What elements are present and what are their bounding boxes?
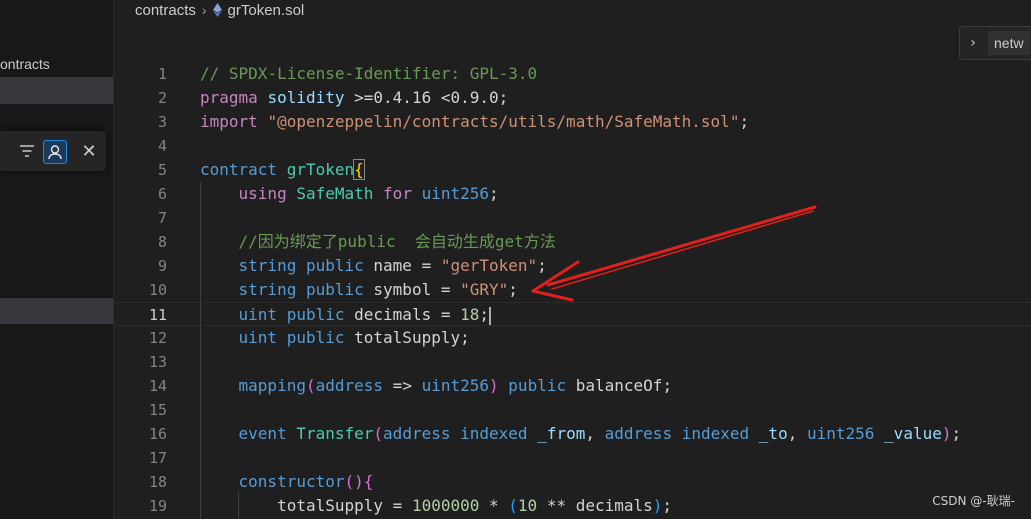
ethereum-file-icon <box>212 3 222 17</box>
code-text: pragma solidity >=0.4.16 <0.9.0; <box>200 88 509 107</box>
match-person-icon[interactable] <box>43 140 67 164</box>
code-line[interactable]: 13 <box>113 350 1031 374</box>
code-line[interactable]: 17 <box>113 446 1031 470</box>
code-line[interactable]: 7 <box>113 206 1031 230</box>
line-number: 13 <box>148 353 167 371</box>
filter-icon[interactable] <box>16 140 38 162</box>
code-text: event Transfer(address indexed _from, ad… <box>238 424 962 443</box>
line-number: 1 <box>157 65 167 83</box>
breadcrumb-folder[interactable]: contracts <box>135 2 196 19</box>
code-text: uint public totalSupply; <box>238 328 470 347</box>
code-line[interactable]: 10 string public symbol = "GRY"; <box>113 278 1031 302</box>
code-text: // SPDX-License-Identifier: GPL-3.0 <box>200 64 538 83</box>
line-number: 16 <box>148 425 167 443</box>
code-text: uint public decimals = 18; <box>238 305 492 325</box>
explorer-selected-row[interactable] <box>0 77 113 104</box>
code-line[interactable]: 6 using SafeMath for uint256; <box>113 182 1031 206</box>
line-number: 19 <box>148 497 167 515</box>
line-number: 6 <box>157 185 167 203</box>
code-line[interactable]: 9 string public name = "gerToken"; <box>113 254 1031 278</box>
code-text: totalSupply = 1000000 * (10 ** decimals)… <box>277 496 673 515</box>
chevron-right-icon: › <box>201 2 207 18</box>
code-line[interactable]: 2 pragma solidity >=0.4.16 <0.9.0; <box>113 86 1031 110</box>
code-line[interactable]: 5 contract grToken{ <box>113 158 1031 182</box>
code-text: string public name = "gerToken"; <box>238 256 547 275</box>
code-text: contract grToken{ <box>200 159 365 180</box>
code-line[interactable]: 19 totalSupply = 1000000 * (10 ** decima… <box>113 494 1031 518</box>
collapsed-panel-widget[interactable]: › netw <box>959 26 1031 60</box>
close-icon[interactable]: ✕ <box>78 140 100 162</box>
line-number: 17 <box>148 449 167 467</box>
code-line[interactable]: 8 //因为绑定了public 会自动生成get方法 <box>113 230 1031 254</box>
code-line[interactable]: 18 constructor(){ <box>113 470 1031 494</box>
code-text: mapping(address => uint256) public balan… <box>238 376 673 395</box>
explorer-selected-row-2[interactable] <box>0 298 113 324</box>
code-text: constructor(){ <box>238 472 374 491</box>
line-number: 14 <box>148 377 167 395</box>
line-number: 3 <box>157 113 167 131</box>
code-text: string public symbol = "GRY"; <box>238 280 518 299</box>
line-number: 10 <box>148 281 167 299</box>
chevron-right-icon[interactable]: › <box>960 35 986 51</box>
code-line[interactable]: 4 <box>113 134 1031 158</box>
code-text: import "@openzeppelin/contracts/utils/ma… <box>200 112 750 131</box>
line-number: 8 <box>157 233 167 251</box>
line-number: 11 <box>148 306 167 324</box>
code-text: using SafeMath for uint256; <box>238 184 499 203</box>
panel-input-text[interactable]: netw <box>988 31 1030 55</box>
line-number: 18 <box>148 473 167 491</box>
code-line[interactable]: 12 uint public totalSupply; <box>113 326 1031 350</box>
breadcrumb-file[interactable]: grToken.sol <box>228 2 305 19</box>
explorer-sidebar: ontracts ✕ <box>0 0 114 519</box>
line-number: 12 <box>148 329 167 347</box>
line-number: 4 <box>157 137 167 155</box>
line-number: 9 <box>157 257 167 275</box>
line-number: 2 <box>157 89 167 107</box>
line-number: 15 <box>148 401 167 419</box>
code-line[interactable]: 14 mapping(address => uint256) public ba… <box>113 374 1031 398</box>
explorer-folder-label[interactable]: ontracts <box>0 56 50 72</box>
code-line[interactable]: 15 <box>113 398 1031 422</box>
code-line[interactable]: 16 event Transfer(address indexed _from,… <box>113 422 1031 446</box>
code-line[interactable]: 3 import "@openzeppelin/contracts/utils/… <box>113 110 1031 134</box>
line-number: 5 <box>157 161 167 179</box>
code-text: //因为绑定了public 会自动生成get方法 <box>238 232 556 251</box>
watermark: CSDN @-耿瑞- <box>932 494 1015 508</box>
breadcrumb: contracts › grToken.sol <box>135 0 304 20</box>
text-cursor <box>489 306 492 325</box>
find-widget: ✕ <box>0 131 106 171</box>
code-line-current[interactable]: 11 uint public decimals = 18; <box>113 302 1031 326</box>
code-line[interactable]: 1 // SPDX-License-Identifier: GPL-3.0 <box>113 62 1031 86</box>
line-number: 7 <box>157 209 167 227</box>
